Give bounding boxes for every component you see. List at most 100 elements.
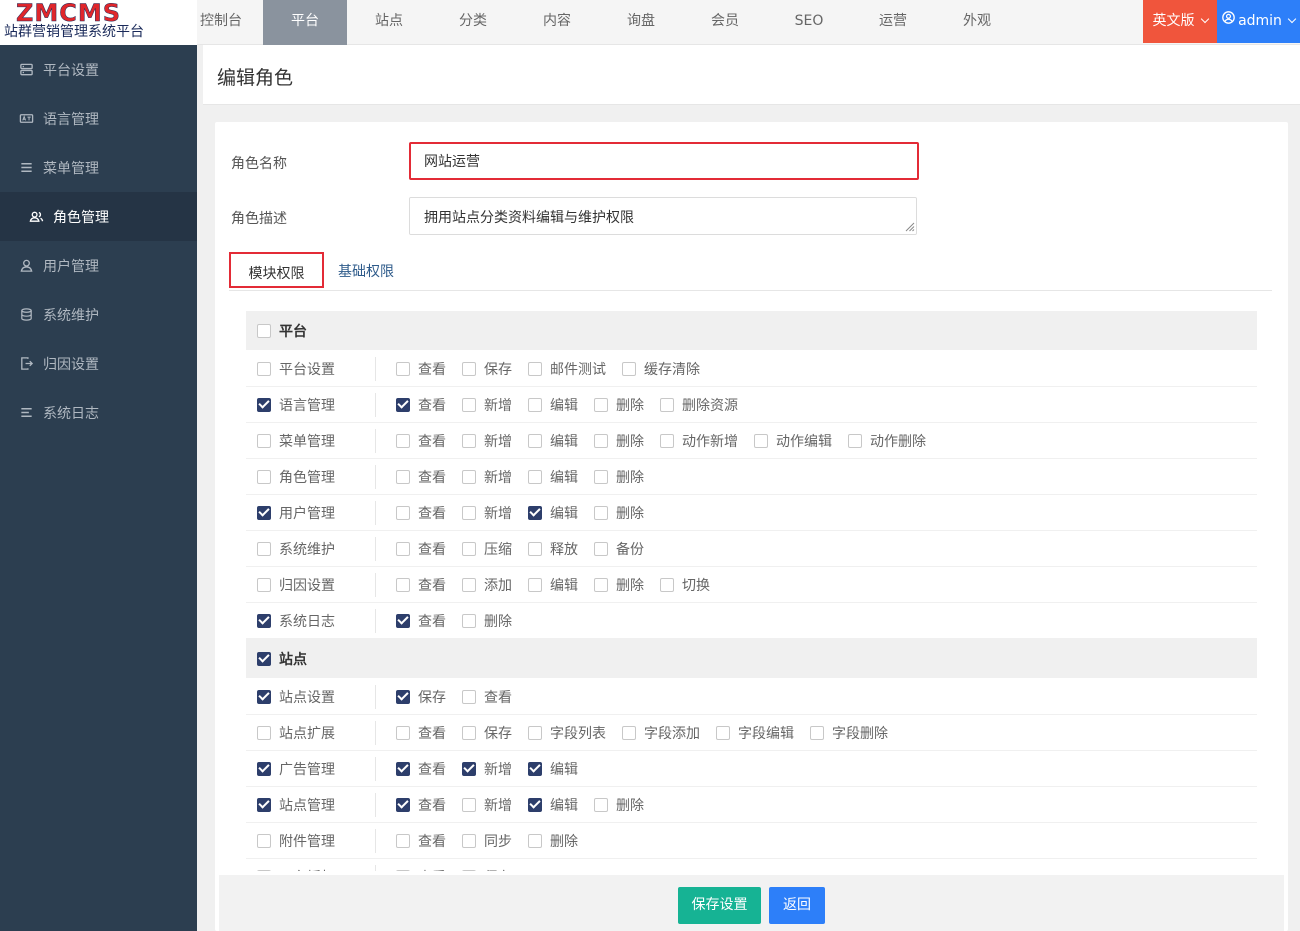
checkbox[interactable] [257,541,271,556]
checkbox[interactable] [660,577,674,592]
permission-action[interactable]: 新增 [462,759,512,779]
checkbox[interactable] [257,505,271,520]
checkbox[interactable] [257,577,271,592]
checkbox[interactable] [622,725,636,740]
permission-action[interactable]: 查看 [396,575,446,595]
checkbox[interactable] [257,323,271,338]
tab-basic-permissions[interactable]: 基础权限 [338,252,394,288]
permission-action[interactable]: 字段删除 [810,723,888,743]
sidebar-item[interactable]: 菜单管理 [0,143,197,192]
checkbox[interactable] [257,397,271,412]
permission-action[interactable]: 动作删除 [848,431,926,451]
permission-action[interactable]: 新增 [462,467,512,487]
sidebar-item[interactable]: 平台设置 [0,45,197,94]
checkbox[interactable] [528,833,542,848]
checkbox[interactable] [528,761,542,776]
checkbox[interactable] [716,725,730,740]
permission-action[interactable]: 邮件测试 [528,359,606,379]
permission-action[interactable]: 保存 [396,687,446,707]
permission-action[interactable]: 查看 [396,867,446,871]
permission-action[interactable]: 删除 [594,795,644,815]
checkbox[interactable] [594,797,608,812]
permission-action[interactable]: 查看 [396,611,446,631]
checkbox[interactable] [594,577,608,592]
nav-item[interactable]: 站点 [347,0,431,45]
permission-action[interactable]: 字段列表 [528,723,606,743]
checkbox[interactable] [660,433,674,448]
save-settings-button[interactable]: 保存设置 [678,887,761,924]
resize-handle-icon[interactable] [903,220,915,232]
checkbox[interactable] [257,361,271,376]
checkbox[interactable] [257,833,271,848]
checkbox[interactable] [396,577,410,592]
sidebar-item[interactable]: 用户管理 [0,241,197,290]
permission-action[interactable]: 新增 [462,395,512,415]
permission-action[interactable]: 查看 [396,431,446,451]
checkbox[interactable] [396,725,410,740]
checkbox[interactable] [528,505,542,520]
checkbox[interactable] [396,361,410,376]
checkbox[interactable] [462,433,476,448]
checkbox[interactable] [594,397,608,412]
checkbox[interactable] [257,651,271,666]
permission-action[interactable]: 字段编辑 [716,723,794,743]
checkbox[interactable] [528,361,542,376]
sidebar-item[interactable]: 系统维护 [0,290,197,339]
permission-action[interactable]: 查看 [396,359,446,379]
permission-action[interactable]: 切换 [660,575,710,595]
permission-action[interactable]: 动作编辑 [754,431,832,451]
checkbox[interactable] [848,433,862,448]
checkbox[interactable] [594,541,608,556]
checkbox[interactable] [528,577,542,592]
permission-action[interactable]: 字段添加 [622,723,700,743]
permission-action[interactable]: 查看 [396,467,446,487]
permission-action[interactable]: 编辑 [528,503,578,523]
checkbox[interactable] [462,725,476,740]
checkbox[interactable] [462,833,476,848]
permission-action[interactable]: 删除 [594,395,644,415]
checkbox[interactable] [396,869,410,871]
permission-action[interactable]: 删除 [528,831,578,851]
checkbox[interactable] [462,613,476,628]
checkbox[interactable] [528,541,542,556]
checkbox[interactable] [594,433,608,448]
nav-item[interactable]: 询盘 [599,0,683,45]
checkbox[interactable] [396,689,410,704]
checkbox[interactable] [396,469,410,484]
permission-action[interactable]: 查看 [396,831,446,851]
checkbox[interactable] [462,469,476,484]
permission-action[interactable]: 删除 [594,575,644,595]
permission-action[interactable]: 编辑 [528,395,578,415]
sidebar-item[interactable]: 语言管理 [0,94,197,143]
permission-action[interactable]: 保存 [462,723,512,743]
permission-action[interactable]: 动作新增 [660,431,738,451]
checkbox[interactable] [462,505,476,520]
checkbox[interactable] [810,725,824,740]
checkbox[interactable] [462,361,476,376]
permission-action[interactable]: 查看 [396,795,446,815]
nav-item[interactable]: SEO [767,0,851,45]
checkbox[interactable] [462,397,476,412]
role-name-input[interactable] [409,142,919,180]
nav-item[interactable]: 会员 [683,0,767,45]
nav-item[interactable]: 控制台 [179,0,263,45]
checkbox[interactable] [462,689,476,704]
nav-item[interactable]: 分类 [431,0,515,45]
permission-action[interactable]: 添加 [462,575,512,595]
checkbox[interactable] [622,361,636,376]
tab-module-permissions[interactable]: 模块权限 [229,252,324,288]
permission-action[interactable]: 缓存清除 [622,359,700,379]
checkbox[interactable] [594,469,608,484]
checkbox[interactable] [396,761,410,776]
checkbox[interactable] [754,433,768,448]
permission-action[interactable]: 保存 [462,867,512,871]
checkbox[interactable] [462,797,476,812]
permission-action[interactable]: 删除 [594,431,644,451]
checkbox[interactable] [396,613,410,628]
checkbox[interactable] [462,577,476,592]
nav-item[interactable]: 平台 [263,0,347,45]
permission-action[interactable]: 编辑 [528,759,578,779]
permission-action[interactable]: 删除 [594,503,644,523]
checkbox[interactable] [257,797,271,812]
checkbox[interactable] [528,433,542,448]
